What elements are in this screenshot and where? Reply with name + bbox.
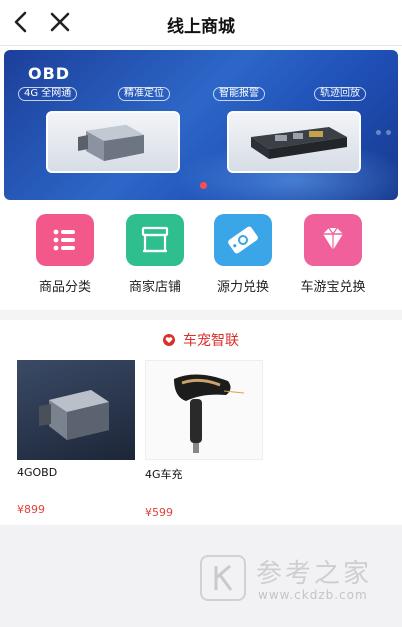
product-price: ¥899 xyxy=(17,503,45,516)
section-title: 车宠智联 xyxy=(0,330,402,350)
obd-device-image xyxy=(46,111,180,173)
category-goods[interactable]: 商品分类 xyxy=(20,214,110,295)
product-name: 4GOBD xyxy=(17,466,58,479)
category-stores[interactable]: 商家店铺 xyxy=(110,214,200,295)
banner-brand: OBD xyxy=(28,64,71,83)
product-price: ¥599 xyxy=(145,506,173,519)
list-icon xyxy=(36,214,94,266)
watermark-logo xyxy=(200,555,246,601)
banner-tag: 智能报警 xyxy=(213,87,265,101)
diamond-icon xyxy=(304,214,362,266)
category-label: 商品分类 xyxy=(38,280,91,295)
watermark-url: www.ckdzb.com xyxy=(258,588,368,602)
section-title-text: 车宠智联 xyxy=(183,333,239,349)
banner-tag: 轨迹回放 xyxy=(314,87,366,101)
carousel-indicator xyxy=(200,182,207,189)
product-image xyxy=(145,360,263,460)
circuit-board-image xyxy=(227,111,361,173)
product-card[interactable]: 4GOBD ¥899 xyxy=(17,360,135,516)
store-icon xyxy=(126,214,184,266)
category-treasure[interactable]: 车游宝兑换 xyxy=(288,214,378,295)
carousel-dot xyxy=(376,130,381,135)
category-label: 车游宝兑换 xyxy=(300,280,366,295)
ticket-icon xyxy=(214,214,272,266)
product-list: 4GOBD ¥899 4G车充 ¥599 xyxy=(0,360,402,520)
category-exchange[interactable]: 源力兑换 xyxy=(198,214,288,295)
product-name: 4G车充 xyxy=(145,468,183,481)
nav-bar: 线上商城 xyxy=(0,0,402,46)
page-title: 线上商城 xyxy=(167,17,235,37)
section-divider xyxy=(0,310,402,320)
banner-tag: 精准定位 xyxy=(118,87,170,101)
watermark-text: 参考之家 xyxy=(256,559,373,589)
carousel-dot xyxy=(386,130,391,135)
product-image xyxy=(17,360,135,460)
category-grid: 商品分类 商家店铺 源力兑换 车游宝兑换 xyxy=(0,214,402,304)
category-label: 商家店铺 xyxy=(128,280,181,295)
category-label: 源力兑换 xyxy=(216,280,269,295)
banner-tag: 4G 全网通 xyxy=(18,87,78,101)
heart-icon xyxy=(163,334,175,346)
banner-carousel[interactable]: OBD 4G 全网通 精准定位 智能报警 轨迹回放 xyxy=(4,50,398,200)
banner-tags: 4G 全网通 精准定位 智能报警 轨迹回放 xyxy=(18,87,388,103)
product-card[interactable]: 4G车充 ¥599 xyxy=(145,360,263,519)
